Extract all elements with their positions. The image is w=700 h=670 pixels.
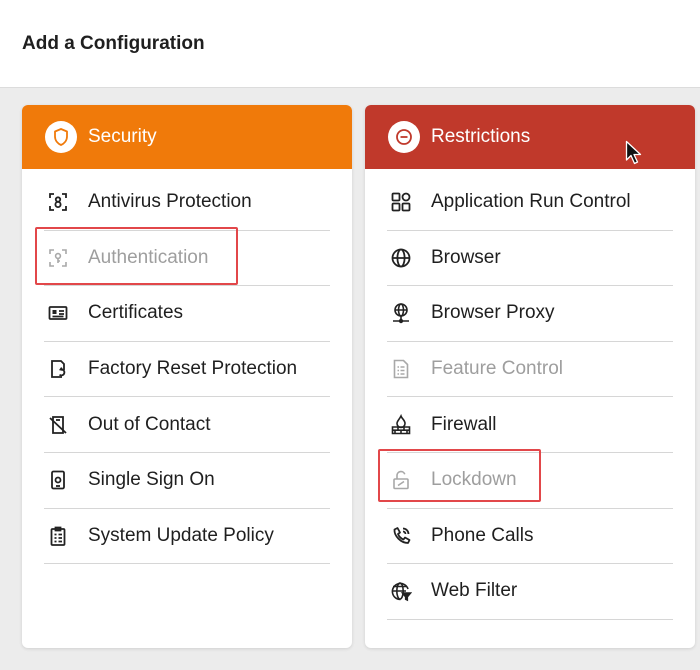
restrictions-card: Restrictions Application Run Control Bro… xyxy=(365,105,695,648)
security-item-single-sign-on[interactable]: Single Sign On xyxy=(44,453,330,509)
app-grid-icon xyxy=(389,190,413,214)
restrictions-item-browser[interactable]: Browser xyxy=(387,231,673,287)
security-item-antivirus-protection[interactable]: Antivirus Protection xyxy=(44,175,330,231)
restrictions-item-application-run-control[interactable]: Application Run Control xyxy=(387,175,673,231)
restrictions-item-browser-proxy[interactable]: Browser Proxy xyxy=(387,286,673,342)
restrictions-item-phone-calls[interactable]: Phone Calls xyxy=(387,509,673,565)
security-card: Security Antivirus Protection Authentica… xyxy=(22,105,352,648)
shield-icon xyxy=(45,121,77,153)
security-item-out-of-contact[interactable]: Out of Contact xyxy=(44,397,330,453)
item-label: Authentication xyxy=(88,246,209,268)
security-item-factory-reset-protection[interactable]: Factory Reset Protection xyxy=(44,342,330,398)
security-item-system-update-policy[interactable]: System Update Policy xyxy=(44,509,330,565)
antivirus-icon xyxy=(46,190,70,214)
item-label: Antivirus Protection xyxy=(88,191,252,213)
minus-circle-icon xyxy=(388,121,420,153)
system-update-icon xyxy=(46,524,70,548)
item-label: Feature Control xyxy=(431,358,564,380)
item-label: Browser xyxy=(431,246,501,268)
authentication-icon xyxy=(46,246,70,270)
restrictions-list: Application Run Control Browser Browser … xyxy=(365,169,695,620)
security-header: Security xyxy=(22,105,352,169)
single-sign-on-icon xyxy=(46,468,70,492)
dialog-header: Add a Configuration xyxy=(0,0,700,88)
restrictions-item-feature-control[interactable]: Feature Control xyxy=(387,342,673,398)
globe-icon xyxy=(389,246,413,270)
mouse-cursor-icon xyxy=(625,140,642,165)
security-item-authentication[interactable]: Authentication xyxy=(44,231,330,287)
network-globe-icon xyxy=(389,301,413,325)
restrictions-item-firewall[interactable]: Firewall xyxy=(387,397,673,453)
out-of-contact-icon xyxy=(46,413,70,437)
lock-open-icon xyxy=(389,468,413,492)
document-list-icon xyxy=(389,357,413,381)
security-title: Security xyxy=(88,126,157,147)
factory-reset-icon xyxy=(46,357,70,381)
item-label: Browser Proxy xyxy=(431,302,555,324)
item-label: Web Filter xyxy=(431,580,518,602)
restrictions-item-web-filter[interactable]: Web Filter xyxy=(387,564,673,620)
item-label: Certificates xyxy=(88,302,184,324)
item-label: Out of Contact xyxy=(88,413,211,435)
page-title: Add a Configuration xyxy=(22,33,205,54)
item-label: Application Run Control xyxy=(431,191,631,213)
web-filter-icon xyxy=(389,579,413,603)
item-label: Phone Calls xyxy=(431,524,534,546)
security-item-certificates[interactable]: Certificates xyxy=(44,286,330,342)
item-label: System Update Policy xyxy=(88,524,274,546)
item-label: Firewall xyxy=(431,413,497,435)
restrictions-item-lockdown[interactable]: Lockdown xyxy=(387,453,673,509)
restrictions-header: Restrictions xyxy=(365,105,695,169)
item-label: Single Sign On xyxy=(88,469,215,491)
security-list: Antivirus Protection Authentication Cert… xyxy=(22,169,352,565)
certificate-icon xyxy=(46,301,70,325)
firewall-icon xyxy=(389,413,413,437)
restrictions-title: Restrictions xyxy=(431,126,531,147)
item-label: Factory Reset Protection xyxy=(88,358,298,380)
item-label: Lockdown xyxy=(431,469,517,491)
phone-icon xyxy=(389,524,413,548)
